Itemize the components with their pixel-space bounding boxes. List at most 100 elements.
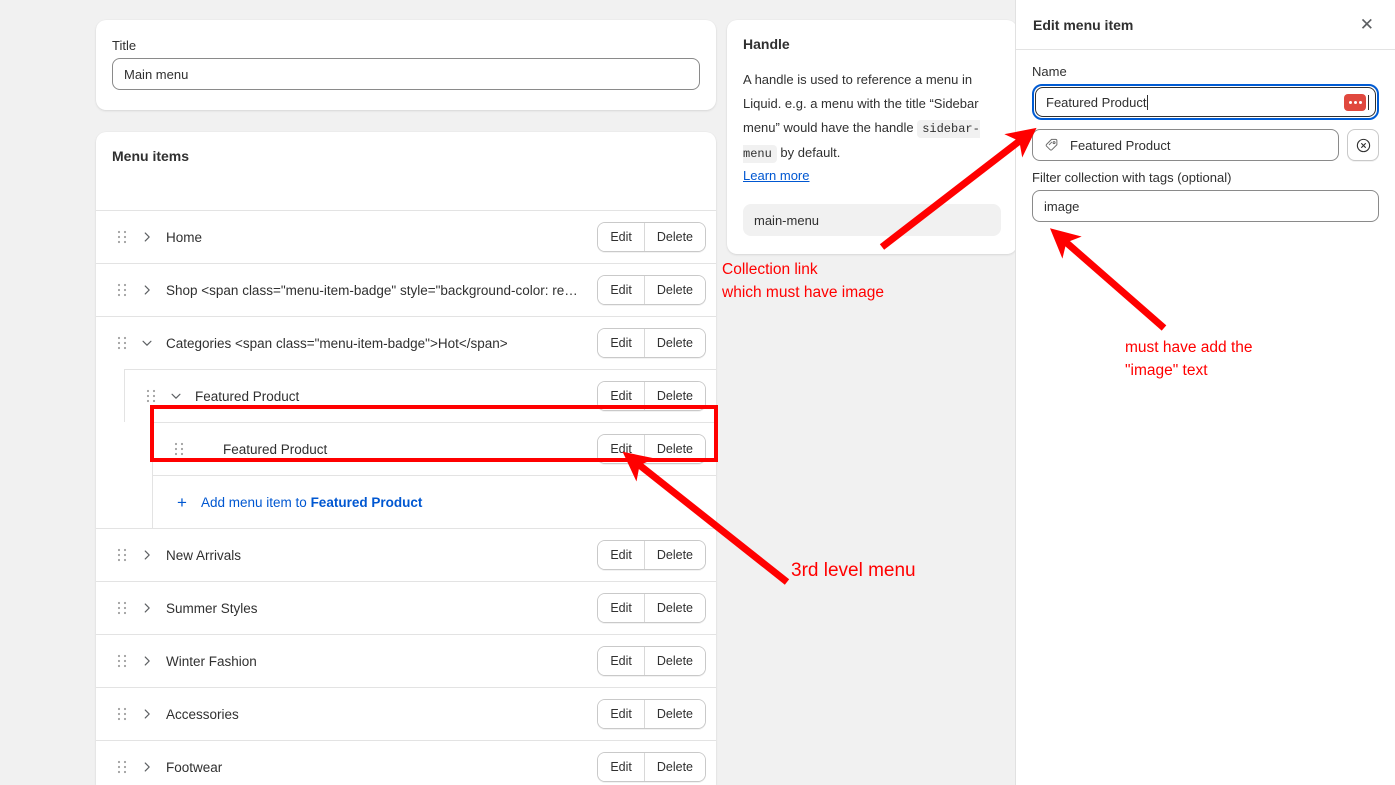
chevron-right-icon[interactable]	[136, 654, 158, 668]
annotation-third-level-menu: 3rd level menu	[791, 559, 916, 582]
row-action-buttons: EditDelete	[597, 328, 706, 358]
drag-handle-icon[interactable]	[165, 442, 193, 456]
menu-item-label: Featured Product	[223, 442, 597, 457]
edit-button[interactable]: Edit	[598, 223, 644, 251]
handle-value-text: main-menu	[754, 213, 819, 228]
edit-button[interactable]: Edit	[598, 753, 644, 781]
menu-items-card: Menu items HomeEditDeleteShop <span clas…	[96, 132, 716, 785]
delete-button[interactable]: Delete	[644, 223, 705, 251]
delete-button[interactable]: Delete	[644, 647, 705, 675]
close-icon[interactable]: ✕	[1356, 12, 1378, 37]
menu-item-label: Winter Fashion	[166, 654, 597, 669]
table-row: Featured ProductEditDelete	[124, 369, 716, 422]
menu-item-label: Categories <span class="menu-item-badge"…	[166, 336, 597, 351]
row-action-buttons: EditDelete	[597, 222, 706, 252]
delete-button[interactable]: Delete	[644, 700, 705, 728]
table-row: Categories <span class="menu-item-badge"…	[96, 316, 716, 369]
name-input-value-wrap: Featured Product	[1046, 95, 1344, 110]
table-row: New ArrivalsEditDelete	[96, 528, 716, 581]
edit-menu-item-panel: Edit menu item ✕ Name Featured Product	[1015, 0, 1395, 785]
drag-handle-icon[interactable]	[108, 548, 136, 562]
name-input-focus-ring: Featured Product	[1032, 84, 1379, 120]
badge-caret	[1368, 95, 1369, 110]
edit-button[interactable]: Edit	[598, 594, 644, 622]
name-input[interactable]: Featured Product	[1035, 87, 1376, 117]
edit-button[interactable]: Edit	[598, 276, 644, 304]
handle-description: A handle is used to reference a menu in …	[743, 68, 1001, 166]
row-action-buttons: EditDelete	[597, 540, 706, 570]
table-row: AccessoriesEditDelete	[96, 687, 716, 740]
edit-button[interactable]: Edit	[598, 541, 644, 569]
table-row: Shop <span class="menu-item-badge" style…	[96, 263, 716, 316]
handle-desc-part2: by default.	[777, 145, 841, 160]
chevron-right-icon[interactable]	[136, 707, 158, 721]
learn-more-link[interactable]: Learn more	[743, 168, 809, 183]
delete-button[interactable]: Delete	[644, 753, 705, 781]
delete-button[interactable]: Delete	[644, 382, 705, 410]
drag-handle-icon[interactable]	[108, 760, 136, 774]
menu-item-label: Footwear	[166, 760, 597, 775]
row-action-buttons: EditDelete	[597, 593, 706, 623]
edit-button[interactable]: Edit	[598, 647, 644, 675]
chevron-right-icon[interactable]	[136, 548, 158, 562]
collection-tag-icon	[1044, 137, 1060, 153]
row-action-buttons: EditDelete	[597, 275, 706, 305]
chevron-down-icon[interactable]	[165, 389, 187, 403]
menu-editor-page: Title Menu items HomeEditDeleteShop <spa…	[0, 0, 1395, 785]
tags-field-label: Filter collection with tags (optional)	[1032, 170, 1379, 185]
menu-items-heading: Menu items	[112, 148, 700, 164]
red-dots-badge-icon[interactable]	[1344, 94, 1366, 111]
chevron-down-icon[interactable]	[136, 336, 158, 350]
collection-link-field[interactable]: Featured Product	[1032, 129, 1339, 161]
table-row: HomeEditDelete	[96, 210, 716, 263]
menu-item-label: Featured Product	[195, 389, 597, 404]
chevron-right-icon[interactable]	[136, 230, 158, 244]
drag-handle-icon[interactable]	[108, 336, 136, 350]
left-column: Title Menu items HomeEditDeleteShop <spa…	[96, 0, 716, 785]
drag-handle-icon[interactable]	[137, 389, 165, 403]
drag-handle-icon[interactable]	[108, 707, 136, 721]
edit-button[interactable]: Edit	[598, 700, 644, 728]
handle-heading: Handle	[743, 36, 1001, 52]
drag-handle-icon[interactable]	[108, 654, 136, 668]
edit-button[interactable]: Edit	[598, 435, 644, 463]
clear-circle-x-icon[interactable]	[1347, 129, 1379, 161]
handle-value-field[interactable]: main-menu	[743, 204, 1001, 236]
add-menu-item-link[interactable]: Add menu item to Featured Product	[201, 495, 422, 510]
title-input[interactable]	[112, 58, 700, 90]
tags-input[interactable]	[1032, 190, 1379, 222]
row-action-buttons: EditDelete	[597, 646, 706, 676]
row-action-buttons: EditDelete	[597, 434, 706, 464]
panel-header: Edit menu item ✕	[1016, 0, 1395, 50]
delete-button[interactable]: Delete	[644, 329, 705, 357]
chevron-right-icon[interactable]	[136, 601, 158, 615]
handle-card: Handle A handle is used to reference a m…	[727, 20, 1017, 254]
add-menu-item-row: +Add menu item to Featured Product	[152, 475, 716, 528]
collection-link-value: Featured Product	[1070, 138, 1170, 153]
title-card: Title	[96, 20, 716, 110]
edit-button[interactable]: Edit	[598, 382, 644, 410]
collection-link-row: Featured Product	[1032, 129, 1379, 161]
row-action-buttons: EditDelete	[597, 381, 706, 411]
delete-button[interactable]: Delete	[644, 276, 705, 304]
panel-body: Name Featured Product Featured Product	[1016, 50, 1395, 222]
menu-items-list: HomeEditDeleteShop <span class="menu-ite…	[96, 210, 716, 785]
delete-button[interactable]: Delete	[644, 541, 705, 569]
edit-button[interactable]: Edit	[598, 329, 644, 357]
drag-handle-icon[interactable]	[108, 230, 136, 244]
delete-button[interactable]: Delete	[644, 594, 705, 622]
name-field-label: Name	[1032, 64, 1379, 79]
chevron-right-icon[interactable]	[136, 283, 158, 297]
title-field-label: Title	[112, 38, 700, 53]
drag-handle-icon[interactable]	[108, 601, 136, 615]
row-action-buttons: EditDelete	[597, 699, 706, 729]
table-row: Summer StylesEditDelete	[96, 581, 716, 634]
menu-item-label: Summer Styles	[166, 601, 597, 616]
panel-title: Edit menu item	[1033, 17, 1356, 33]
menu-items-header: Menu items	[96, 132, 716, 210]
drag-handle-icon[interactable]	[108, 283, 136, 297]
table-row: FootwearEditDelete	[96, 740, 716, 785]
table-row: Winter FashionEditDelete	[96, 634, 716, 687]
chevron-right-icon[interactable]	[136, 760, 158, 774]
delete-button[interactable]: Delete	[644, 435, 705, 463]
